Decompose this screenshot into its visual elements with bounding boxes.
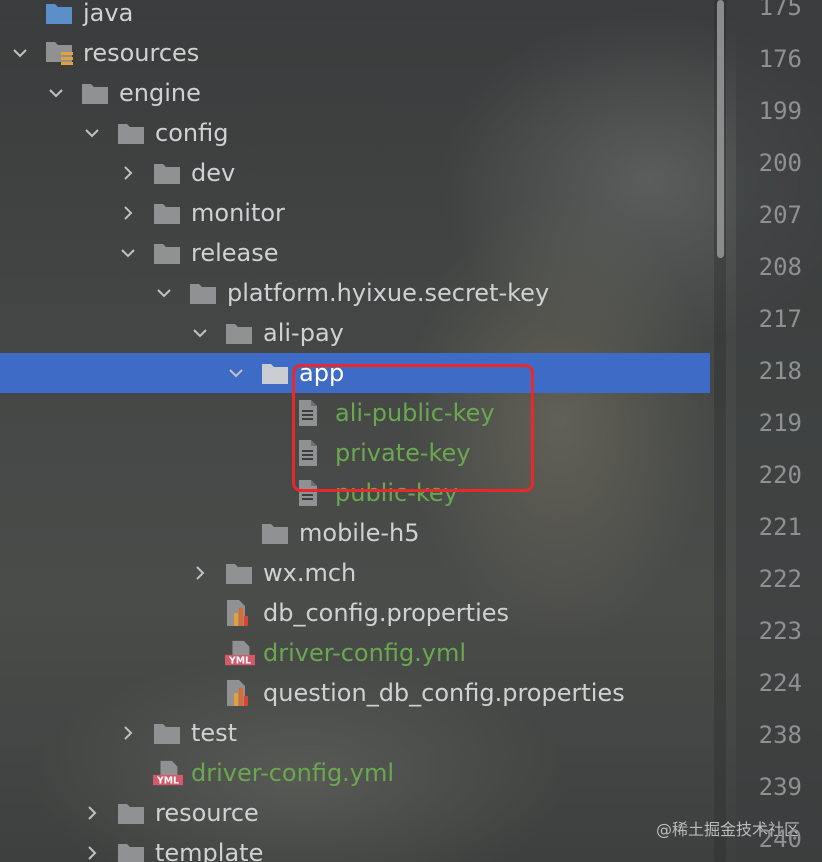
tree-row[interactable]: engine — [0, 73, 710, 113]
chevron-down-icon[interactable] — [118, 233, 138, 273]
tree-item-label: dev — [191, 159, 236, 187]
tree-item-label: resources — [83, 39, 200, 67]
chevron-right-icon[interactable] — [118, 193, 138, 233]
folder-icon — [261, 353, 291, 393]
tree-item-label: resource — [155, 799, 259, 827]
tree-row[interactable]: YML driver-config.yml — [0, 753, 710, 793]
line-number: 221 — [758, 513, 802, 541]
folder-icon — [153, 713, 183, 753]
line-number: 200 — [758, 149, 802, 177]
resources-folder-icon — [45, 33, 75, 73]
tree-item-label: java — [83, 0, 134, 27]
line-number: 239 — [758, 773, 802, 801]
tree-row[interactable]: config — [0, 113, 710, 153]
folder-icon — [189, 273, 219, 313]
tree-row[interactable]: wx.mch — [0, 553, 710, 593]
tree-row[interactable]: java — [0, 0, 710, 33]
folder-icon — [117, 793, 147, 833]
chevron-down-icon[interactable] — [154, 273, 174, 313]
folder-icon — [261, 513, 291, 553]
line-number: 223 — [758, 617, 802, 645]
line-number: 208 — [758, 253, 802, 281]
chevron-right-icon[interactable] — [118, 713, 138, 753]
tree-row[interactable]: platform.hyixue.secret-key — [0, 273, 710, 313]
tree-item-label: platform.hyixue.secret-key — [227, 279, 550, 307]
line-number: 176 — [758, 45, 802, 73]
chevron-right-icon[interactable] — [82, 793, 102, 833]
yml-file-icon: YML — [225, 633, 255, 673]
tree-item-label: engine — [119, 79, 201, 107]
folder-icon — [81, 73, 111, 113]
chevron-down-icon[interactable] — [10, 33, 30, 73]
yml-badge-text: YML — [228, 655, 251, 666]
tree-row[interactable]: mobile-h5 — [0, 513, 710, 553]
chevron-right-icon[interactable] — [190, 553, 210, 593]
properties-file-icon — [225, 593, 255, 633]
tree-row[interactable]: db_config.properties — [0, 593, 710, 633]
yml-badge-text: YML — [156, 775, 179, 786]
chevron-down-icon[interactable] — [190, 313, 210, 353]
tree-item-label: ali-pay — [263, 319, 344, 347]
properties-file-icon — [225, 673, 255, 713]
tree-row[interactable]: test — [0, 713, 710, 753]
folder-icon — [225, 553, 255, 593]
tree-item-label: config — [155, 119, 229, 147]
line-number: 222 — [758, 565, 802, 593]
chevron-right-icon[interactable] — [82, 833, 102, 862]
tree-item-label: template — [155, 839, 264, 862]
folder-icon — [153, 193, 183, 233]
tree-item-label: test — [191, 719, 238, 747]
line-number: 238 — [758, 721, 802, 749]
tree-item-label: question_db_config.properties — [263, 679, 625, 707]
line-number: 218 — [758, 357, 802, 385]
tree-row[interactable]: release — [0, 233, 710, 273]
tree-row[interactable]: ali-pay — [0, 313, 710, 353]
chevron-right-icon[interactable] — [118, 153, 138, 193]
tree-row[interactable]: dev — [0, 153, 710, 193]
line-number: 199 — [758, 97, 802, 125]
line-number: 219 — [758, 409, 802, 437]
chevron-down-icon[interactable] — [82, 113, 102, 153]
folder-icon — [225, 313, 255, 353]
yml-file-icon: YML — [153, 753, 183, 793]
tree-item-label: wx.mch — [263, 559, 357, 587]
folder-icon — [153, 153, 183, 193]
tree-item-label: db_config.properties — [263, 599, 510, 627]
tree-item-label: driver-config.yml — [263, 639, 467, 667]
tree-item-label: monitor — [191, 199, 285, 227]
tree-row[interactable]: resource — [0, 793, 710, 833]
tree-item-label: release — [191, 239, 279, 267]
line-number: 175 — [758, 0, 802, 21]
line-number: 217 — [758, 305, 802, 333]
tree-row[interactable]: YML driver-config.yml — [0, 633, 710, 673]
tree-row[interactable]: monitor — [0, 193, 710, 233]
folder-blue-icon — [45, 0, 75, 33]
folder-icon — [117, 833, 147, 862]
chevron-down-icon[interactable] — [46, 73, 66, 113]
folder-icon — [153, 233, 183, 273]
tree-row[interactable]: question_db_config.properties — [0, 673, 710, 713]
line-number: 207 — [758, 201, 802, 229]
scrollbar-thumb[interactable] — [717, 0, 724, 258]
line-number: 220 — [758, 461, 802, 489]
tree-row[interactable]: resources — [0, 33, 710, 73]
highlight-annotation-box — [292, 364, 534, 492]
tree-item-label: mobile-h5 — [299, 519, 420, 547]
line-number: 240 — [758, 825, 802, 853]
tree-row[interactable]: template — [0, 833, 710, 862]
folder-icon — [117, 113, 147, 153]
tree-item-label: driver-config.yml — [191, 759, 395, 787]
chevron-down-icon[interactable] — [226, 353, 246, 393]
line-number: 224 — [758, 669, 802, 697]
